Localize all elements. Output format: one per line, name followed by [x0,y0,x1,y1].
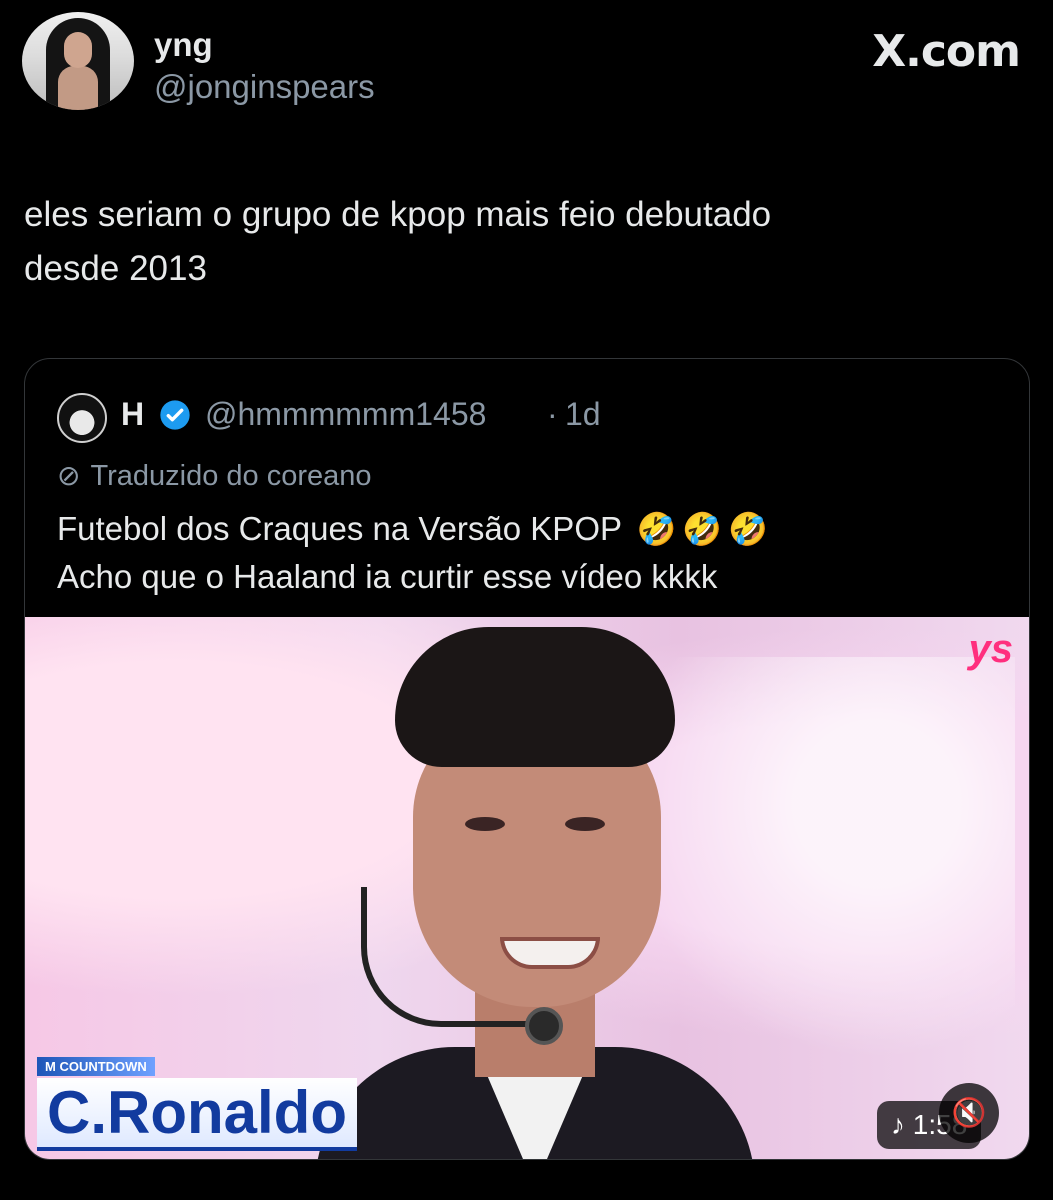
quote-text-line-2: Acho que o Haaland ia curtir esse vídeo … [57,558,718,595]
rofl-emoji-icon: 🤣 [728,511,769,547]
quote-separator-dot: · [547,396,558,432]
quote-text-line-1: Futebol dos Craques na Versão KPOP 🤣 🤣 🤣 [57,505,1017,553]
performer-name-label: C.Ronaldo [37,1078,357,1151]
lower-third-caption: M COUNTDOWN C.Ronaldo [37,1057,357,1151]
verified-badge-icon [160,400,190,430]
quote-text: Futebol dos Craques na Versão KPOP 🤣 🤣 🤣 A… [57,505,1017,601]
video-thumbnail[interactable]: ys M COUNTDOWN C.Ronaldo ♪ 1:58 🔇 [25,617,1029,1159]
author-display-name[interactable]: yng [154,26,213,64]
quote-author-name[interactable]: H [121,396,144,433]
x-logo: X.com [872,26,1021,77]
rofl-emoji-icon: 🤣 [636,511,677,547]
channel-logo: ys [968,627,1014,671]
author-handle[interactable]: @jonginspears [154,68,375,106]
translate-icon: ⊘ [57,460,81,491]
quote-author-handle[interactable]: @hmmmmmm1458 [205,396,486,433]
quote-author-avatar[interactable] [57,393,107,443]
tweet-header: yng @jonginspears X.com [22,12,1032,112]
tweet-text: eles seriam o grupo de kpop mais feio de… [24,188,1024,296]
mute-icon[interactable]: 🔇 [939,1083,999,1143]
translation-label: Traduzido do coreano [90,460,372,492]
tweet-text-line-2: desde 2013 [24,249,207,288]
quote-timestamp[interactable]: 1d [565,396,601,433]
rofl-emoji-icon: 🤣 [682,511,723,547]
quoted-tweet-card[interactable]: H @hmmmmmm1458 · 1d ⊘ Traduzido do corean… [24,358,1030,1160]
show-name-label: M COUNTDOWN [37,1057,155,1076]
headset-mic [361,887,541,1027]
tweet-text-line-1: eles seriam o grupo de kpop mais feio de… [24,195,772,234]
translation-note: ⊘ Traduzido do coreano [57,459,372,493]
performer-figure [315,627,755,1159]
author-avatar[interactable] [22,12,134,110]
